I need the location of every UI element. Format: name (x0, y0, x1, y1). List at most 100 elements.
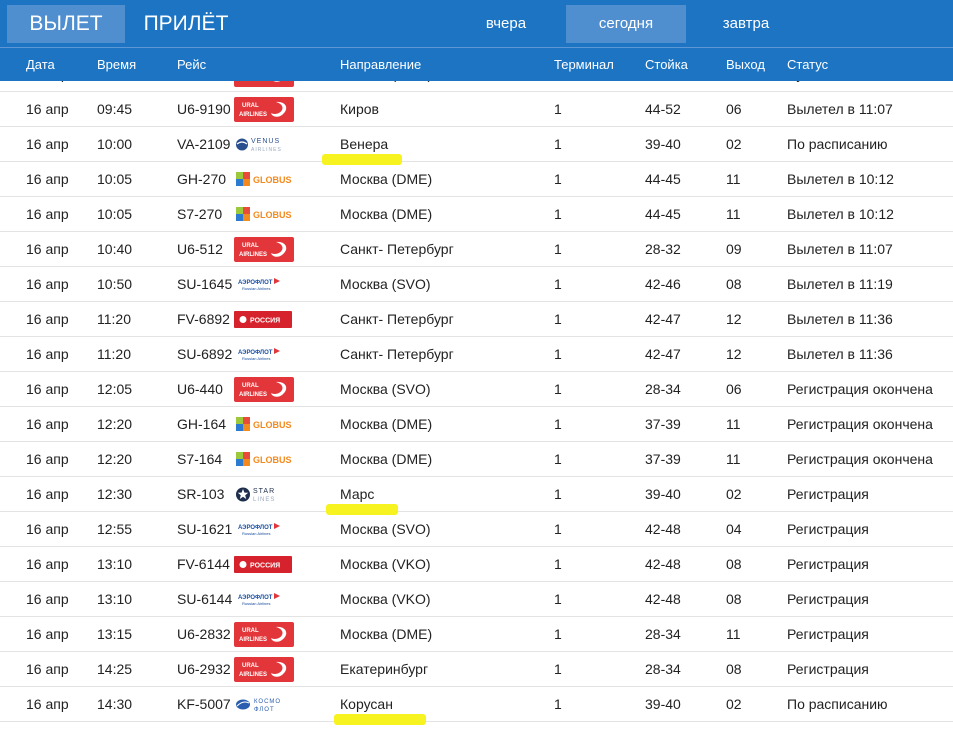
cell-gate: 12 (726, 346, 742, 362)
airline-logo-globus: GLOBUS (234, 202, 294, 227)
table-row[interactable]: 16 апр 12:30 SR-103 Марс 1 39-40 02 Регистрация… (0, 477, 953, 515)
table-row[interactable]: 16 апр 12:20 S7-164 Москва (DME) 1 37-39 11 Рег… (0, 442, 953, 477)
table-header: Дата Время Рейс Направление Терминал Сто… (0, 47, 953, 81)
airline-logo-aeroflot: АЭРОФЛОТ Russian Airlines (234, 342, 294, 367)
table-row[interactable]: 16 апр 10:00 VA-2109 Венера 1 39-40 02 По распи… (0, 127, 953, 165)
tab-arrivals[interactable]: ПРИЛЁТ (126, 5, 246, 43)
cell-desk: 49-52 (645, 81, 681, 92)
cell-destination: Москва (DME) (340, 81, 432, 92)
cell-gate: 02 (726, 696, 742, 712)
cell-desk: 42-48 (645, 591, 681, 607)
airline-logo-globus: GLOBUS (234, 167, 294, 192)
cell-gate: 02 (726, 136, 742, 152)
table-row[interactable]: 16 апр 13:15 U6-2832 Москва (DME) 1 28-34 11 Ре… (0, 617, 953, 652)
table-row[interactable]: 16 апр 11:20 FV-6892 Санкт- Петербург 1 42-47… (0, 302, 953, 337)
cell-status: Руление 11:36 (787, 81, 880, 92)
cell-time: 12:30 (97, 486, 133, 502)
cell-date: 16 апр (26, 206, 69, 222)
cell-flight: SR-103 (177, 486, 225, 502)
cell-time: 10:50 (97, 276, 133, 292)
cell-date: 16 апр (26, 381, 69, 397)
cell-status: Регистрация окончена (787, 381, 933, 397)
svg-text:AIRLINES: AIRLINES (251, 147, 282, 153)
svg-text:AIRLINES: AIRLINES (239, 637, 267, 643)
cell-destination: Екатеринбург (340, 661, 429, 677)
cell-desk: 42-48 (645, 521, 681, 537)
column-header-terminal: Терминал (554, 57, 614, 72)
cell-flight: U6-440 (177, 381, 223, 397)
cell-flight: SU-1621 (177, 521, 233, 537)
table-row[interactable]: 16 апр 09:45 U6-9190 Киров 1 44-52 06 Вылетел в… (0, 92, 953, 127)
table-row[interactable]: 16 апр 14:25 U6-2932 Екатеринбург 1 28-34 08 Ре… (0, 652, 953, 687)
table-row[interactable]: 16 апр 13:10 SU-6144 Москва (VKO) 1 42-48 08 Ре… (0, 582, 953, 617)
flights-table[interactable]: 16 апр 09:40 U6-526 Москва (DME) 1 49-52 06 Рул… (0, 81, 953, 745)
cell-terminal: 1 (554, 101, 562, 117)
cell-desk: 28-34 (645, 381, 681, 397)
cell-status: Регистрация окончена (787, 416, 933, 432)
column-header-desk: Стойка (645, 57, 688, 72)
table-row[interactable]: 16 апр 10:50 SU-1645 Москва (SVO) 1 42-46 08 Вы… (0, 267, 953, 302)
tab-departures[interactable]: ВЫЛЕТ (7, 5, 125, 43)
top-nav-bar: ВЫЛЕТ ПРИЛЁТ вчера сегодня завтра (0, 0, 953, 47)
cell-destination: Москва (VKO) (340, 556, 431, 572)
cell-time: 11:20 (97, 346, 131, 362)
cell-time: 09:45 (97, 101, 133, 117)
cell-desk: 42-46 (645, 276, 681, 292)
table-row[interactable]: 16 апр 12:55 SU-1621 Москва (SVO) 1 42-48 04 Ре… (0, 512, 953, 547)
cell-terminal: 1 (554, 696, 562, 712)
table-row[interactable]: 16 апр 12:05 U6-440 Москва (SVO) 1 28-34 06 Рег… (0, 372, 953, 407)
table-row[interactable]: 16 апр 12:20 GH-164 Москва (DME) 1 37-39 11 Рег… (0, 407, 953, 442)
cell-desk: 37-39 (645, 451, 681, 467)
cell-gate: 08 (726, 276, 742, 292)
cell-gate: 08 (726, 591, 742, 607)
cell-status: Вылетел в 11:07 (787, 101, 893, 117)
cell-flight: SU-6144 (177, 591, 233, 607)
day-today-button[interactable]: сегодня (566, 5, 686, 43)
cell-desk: 39-40 (645, 136, 681, 152)
column-header-date: Дата (26, 57, 55, 72)
flights-table-body: 16 апр 09:40 U6-526 Москва (DME) 1 49-52 06 Рул… (0, 81, 953, 725)
cell-date: 16 апр (26, 591, 69, 607)
day-tomorrow-button[interactable]: завтра (686, 5, 806, 43)
svg-text:Russian Airlines: Russian Airlines (242, 286, 270, 291)
cell-gate: 02 (726, 486, 742, 502)
cell-destination: Москва (SVO) (340, 381, 431, 397)
cell-terminal: 1 (554, 276, 562, 292)
table-row[interactable]: 16 апр 10:05 S7-270 Москва (DME) 1 44-45 11 Выл… (0, 197, 953, 232)
svg-text:AIRLINES: AIRLINES (239, 672, 267, 678)
cell-destination: Санкт- Петербург (340, 346, 454, 362)
cell-time: 10:40 (97, 241, 133, 257)
cell-gate: 08 (726, 556, 742, 572)
cell-desk: 42-48 (645, 556, 681, 572)
cell-time: 10:05 (97, 206, 133, 222)
cell-time: 13:10 (97, 556, 133, 572)
day-yesterday-button[interactable]: вчера (446, 5, 566, 43)
svg-text:AIRLINES: AIRLINES (239, 112, 267, 118)
table-row[interactable]: 16 апр 09:40 U6-526 Москва (DME) 1 49-52 06 Рул… (0, 81, 953, 92)
cell-status: Вылетел в 11:36 (787, 311, 893, 327)
cell-date: 16 апр (26, 136, 69, 152)
table-row[interactable]: 16 апр 11:20 SU-6892 Санкт- Петербург 1 42-47… (0, 337, 953, 372)
cell-terminal: 1 (554, 206, 562, 222)
table-row[interactable]: 16 апр 10:40 U6-512 Санкт- Петербург 1 28-32 0… (0, 232, 953, 267)
cell-destination: Киров (340, 101, 379, 117)
cell-flight: U6-2932 (177, 661, 231, 677)
cell-time: 10:05 (97, 171, 133, 187)
table-row[interactable]: 16 апр 13:10 FV-6144 Москва (VKO) 1 42-48 08 Ре… (0, 547, 953, 582)
cell-desk: 44-52 (645, 101, 681, 117)
table-row[interactable]: 16 апр 14:30 KF-5007 Корусан 1 39-40 02 По расп… (0, 687, 953, 725)
column-header-status: Статус (787, 57, 829, 72)
airline-logo-aeroflot: АЭРОФЛОТ Russian Airlines (234, 517, 294, 542)
svg-text:URAL: URAL (242, 663, 259, 669)
cell-terminal: 1 (554, 556, 562, 572)
cell-desk: 39-40 (645, 486, 681, 502)
cell-destination: Москва (DME) (340, 451, 433, 467)
cell-gate: 11 (726, 171, 741, 187)
table-row[interactable]: 16 апр 10:05 GH-270 Москва (DME) 1 44-45 11 Выл… (0, 162, 953, 197)
cell-destination: Москва (DME) (340, 626, 433, 642)
cell-time: 13:10 (97, 591, 133, 607)
yellow-highlight-mark (334, 714, 426, 725)
cell-terminal: 1 (554, 416, 562, 432)
cell-status: Вылетел в 10:12 (787, 171, 894, 187)
cell-date: 16 апр (26, 346, 69, 362)
